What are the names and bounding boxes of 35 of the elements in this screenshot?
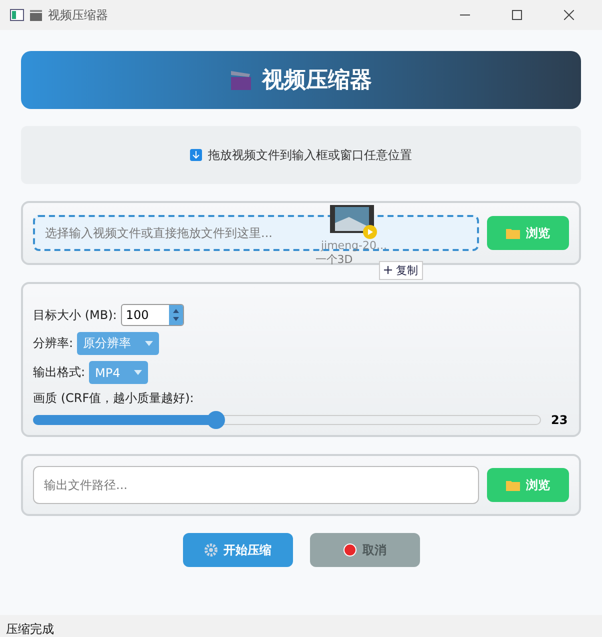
maximize-icon <box>512 10 522 20</box>
browse-button[interactable]: 浏览 <box>487 468 569 502</box>
browse-button[interactable]: 浏览 <box>487 216 569 250</box>
format-label: 输出格式: <box>33 364 86 381</box>
download-icon <box>190 149 202 161</box>
resolution-dropdown[interactable]: 原分辨率 <box>77 332 160 355</box>
folder-icon <box>506 479 520 491</box>
hint-text: 拖放视频文件到输入框或窗口任意位置 <box>208 146 412 164</box>
resolution-label: 分辨率: <box>33 335 74 352</box>
quality-value: 23 <box>551 413 569 427</box>
quality-label: 画质 (CRF值，越小质量越好): <box>33 390 195 407</box>
folder-icon <box>506 227 520 239</box>
status-text: 压缩完成 <box>6 622 54 636</box>
app-icon <box>10 9 24 21</box>
gear-icon <box>204 543 218 557</box>
plus-icon <box>384 266 392 274</box>
dragged-file-name: jimeng-20... <box>320 239 387 252</box>
app-title: 视频压缩器 <box>262 66 372 95</box>
caret-icon <box>134 370 142 375</box>
output-path-field[interactable]: 输出文件路径... <box>33 466 479 504</box>
caret-icon <box>145 341 154 346</box>
dragged-file-caption: 一个3D <box>315 252 353 267</box>
clapper-icon <box>30 10 42 20</box>
video-file-icon <box>330 205 378 239</box>
window-title: 视频压缩器 <box>48 6 109 24</box>
copy-tooltip: 复制 <box>379 261 423 280</box>
record-icon <box>342 543 356 557</box>
format-dropdown[interactable]: MP4 <box>89 361 148 384</box>
slider-handle[interactable] <box>207 411 226 429</box>
size-spinbox[interactable]: 100 <box>120 304 184 326</box>
clapper-icon <box>230 69 252 91</box>
size-label: 目标大小 (MB): <box>33 306 117 324</box>
spin-arrows-icon[interactable] <box>168 305 183 325</box>
start-button[interactable]: 开始压缩 <box>182 533 292 567</box>
close-icon <box>564 10 574 20</box>
